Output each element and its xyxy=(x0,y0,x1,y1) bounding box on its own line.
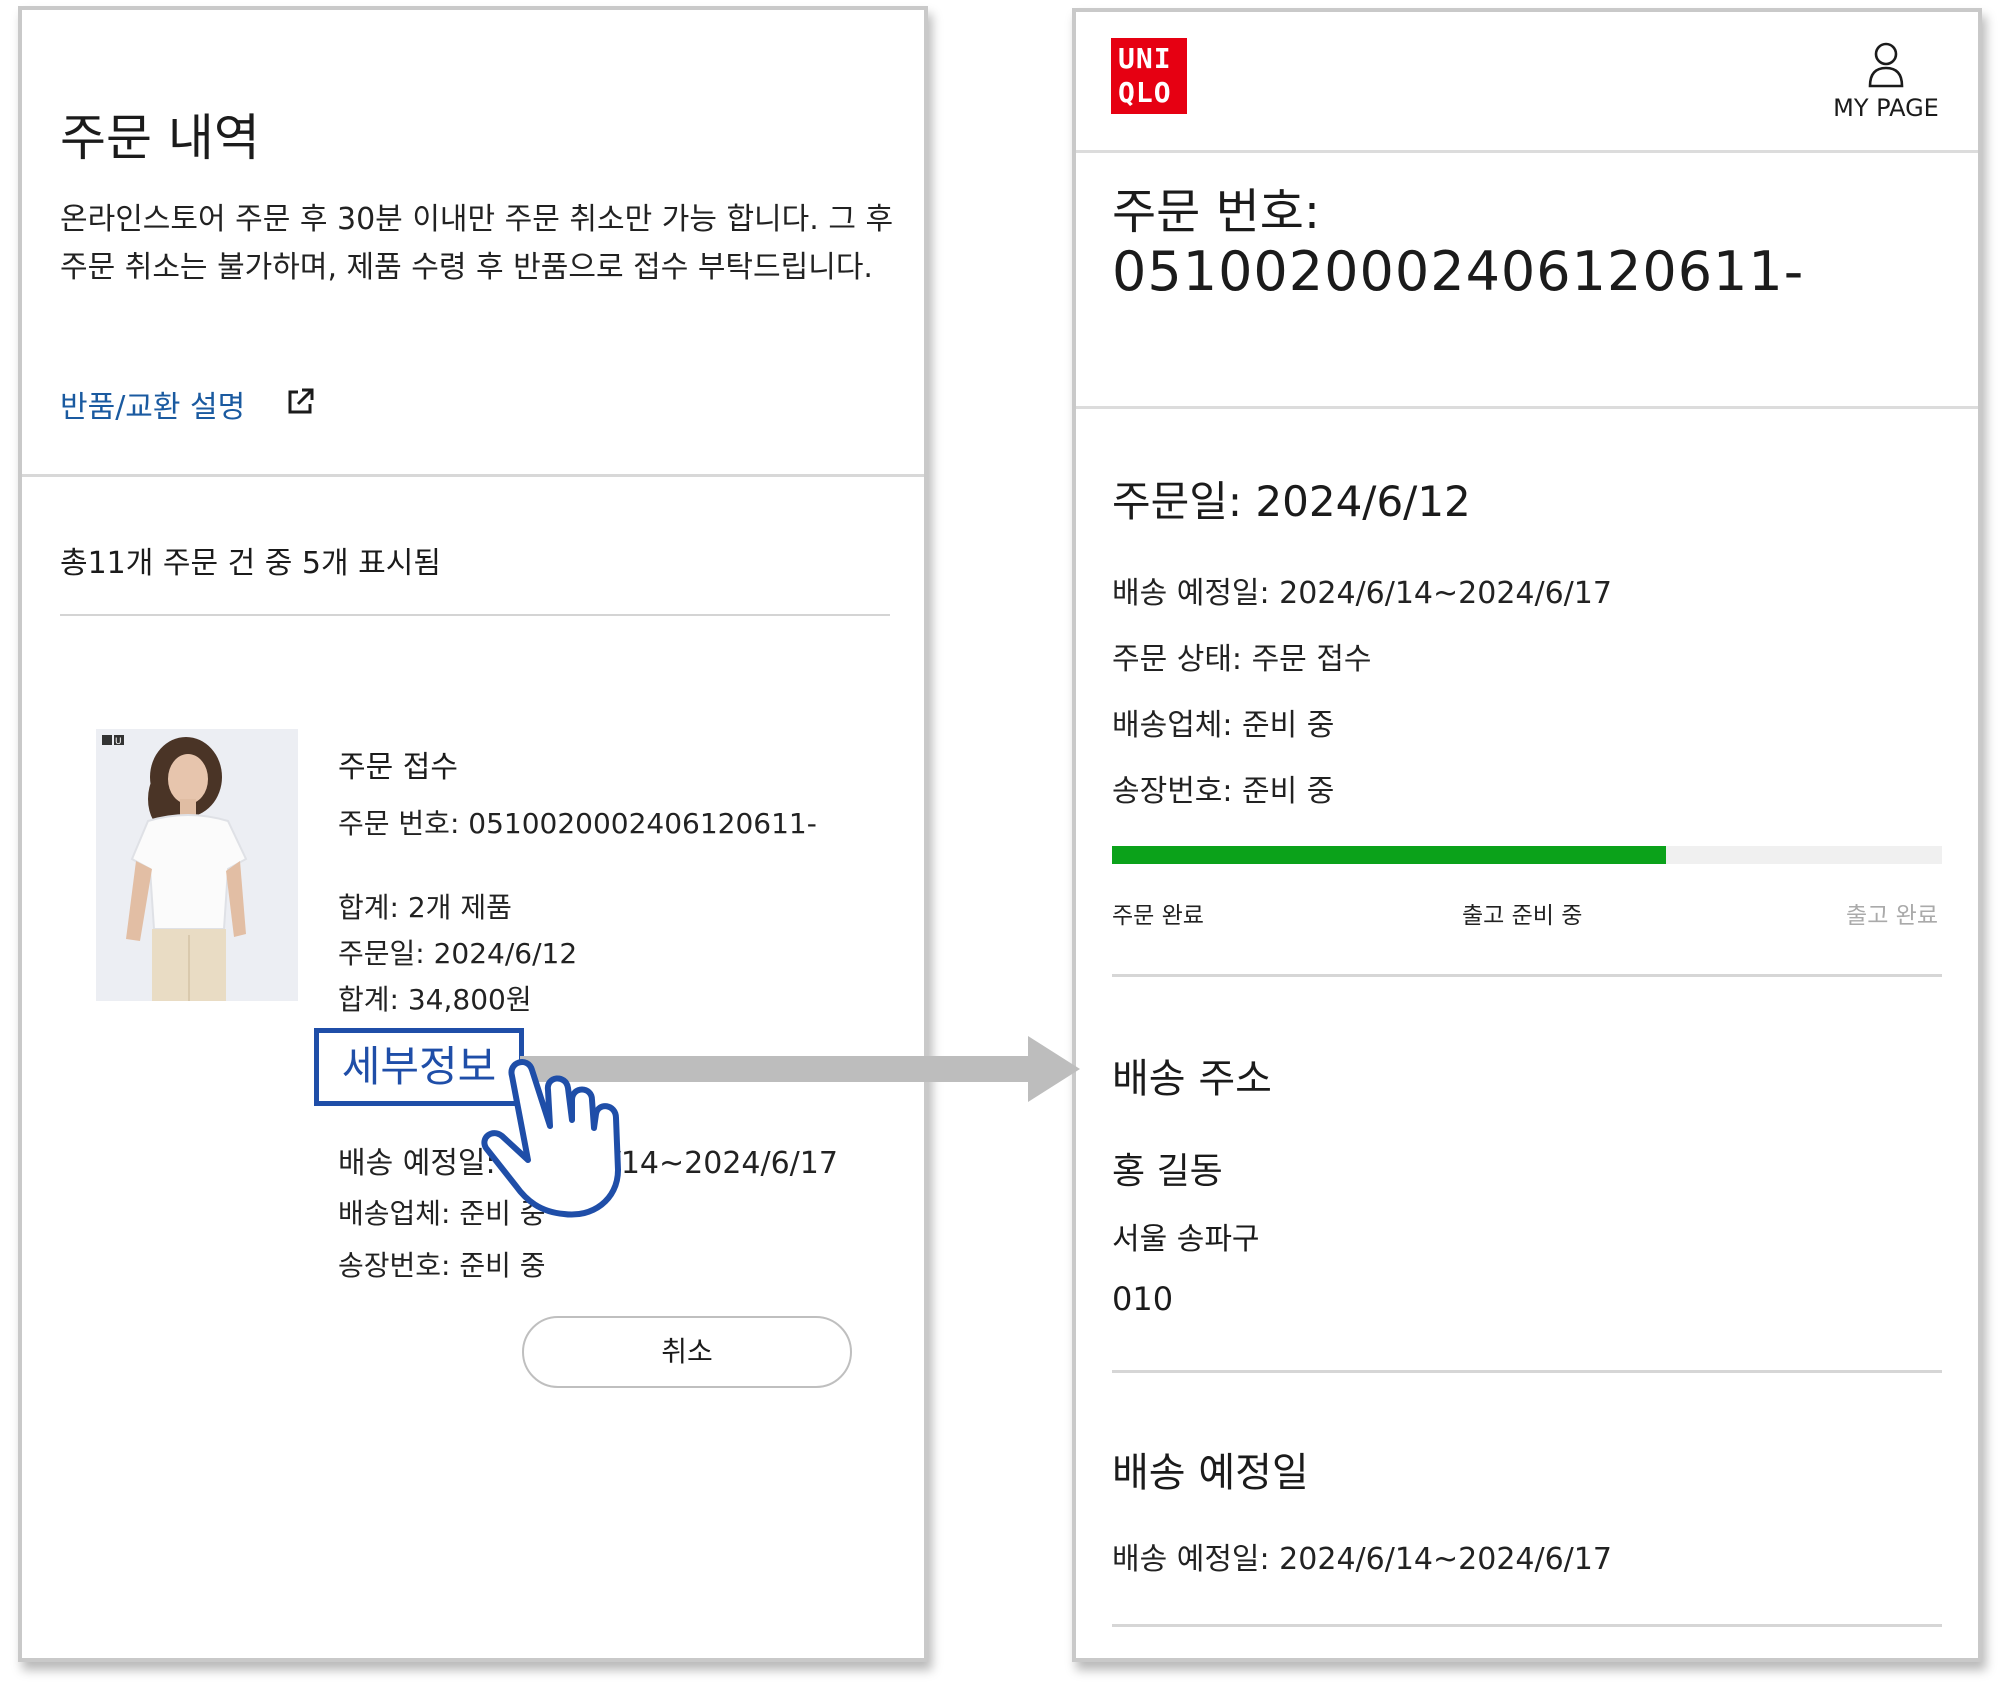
order-status: 주문 상태: 주문 접수 xyxy=(1112,642,1372,677)
section-divider xyxy=(22,474,924,477)
order-date: 주문일: 2024/6/12 xyxy=(1112,477,1471,526)
user-icon xyxy=(1868,42,1904,88)
product-image[interactable]: U xyxy=(96,729,298,1001)
recipient-name: 홍 길동 xyxy=(1112,1151,1223,1192)
my-page-label: MY PAGE xyxy=(1833,94,1939,122)
order-number: 주문 번호: 0510020002406120611- xyxy=(338,807,817,840)
my-page-button[interactable]: MY PAGE xyxy=(1816,42,1956,132)
page-title: 주문 내역 xyxy=(60,109,260,167)
progress-fill xyxy=(1112,846,1666,864)
order-count-text: 총11개 주문 건 중 5개 표시됨 xyxy=(60,546,441,581)
order-history-panel: 주문 내역 온라인스토어 주문 후 30분 이내만 주문 취소만 가능 합니다.… xyxy=(18,6,928,1662)
step-shipped: 출고 완료 xyxy=(1846,903,1938,929)
list-divider xyxy=(60,614,890,616)
delivery-date-value: 배송 예정일: 2024/6/14~2024/6/17 xyxy=(1112,1542,1612,1577)
logo-text-top: UNI xyxy=(1118,42,1172,75)
return-exchange-link[interactable]: 반품/교환 설명 xyxy=(60,382,245,426)
order-number-value: 0510020002406120611- xyxy=(1112,240,1805,303)
progress-bar xyxy=(1112,846,1942,864)
tracking-status: 송장번호: 준비 중 xyxy=(1112,774,1335,809)
estimated-delivery: 배송 예정일: 2024/6/14~2024/6/17 xyxy=(1112,576,1612,611)
logo-text-bottom: QLO xyxy=(1118,76,1172,109)
tracking-status: 송장번호: 준비 중 xyxy=(338,1249,546,1282)
uniqlo-logo[interactable]: UNI QLO xyxy=(1111,38,1187,114)
section-divider xyxy=(1112,1370,1942,1373)
order-date: 주문일: 2024/6/12 xyxy=(338,937,578,970)
step-order-complete: 주문 완료 xyxy=(1112,903,1204,929)
image-badge: U xyxy=(115,737,122,747)
header-divider xyxy=(1076,150,1978,153)
order-total: 합계: 34,800원 xyxy=(338,983,532,1016)
external-link-icon[interactable] xyxy=(284,386,316,418)
shipping-address-title: 배송 주소 xyxy=(1112,1056,1272,1102)
section-divider xyxy=(1112,974,1942,977)
carrier-status: 배송업체: 준비 중 xyxy=(1112,708,1335,743)
order-number-label: 주문 번호: xyxy=(1112,184,1321,240)
section-divider xyxy=(1112,1624,1942,1627)
phone-number: 010 xyxy=(1112,1280,1174,1318)
delivery-date-title: 배송 예정일 xyxy=(1112,1450,1309,1496)
section-divider xyxy=(1076,406,1978,409)
order-status: 주문 접수 xyxy=(338,750,458,785)
pointing-hand-icon xyxy=(481,1059,621,1218)
order-detail-panel: UNI QLO MY PAGE 주문 번호: 05100200024061206… xyxy=(1072,8,1982,1662)
cancel-notice: 온라인스토어 주문 후 30분 이내만 주문 취소만 가능 합니다. 그 후 주… xyxy=(60,202,894,285)
order-quantity: 합계: 2개 제품 xyxy=(338,891,512,924)
cancel-order-button[interactable]: 취소 xyxy=(522,1316,852,1388)
step-preparing-shipment: 출고 준비 중 xyxy=(1462,903,1583,929)
address-city: 서울 송파구 xyxy=(1112,1222,1260,1257)
